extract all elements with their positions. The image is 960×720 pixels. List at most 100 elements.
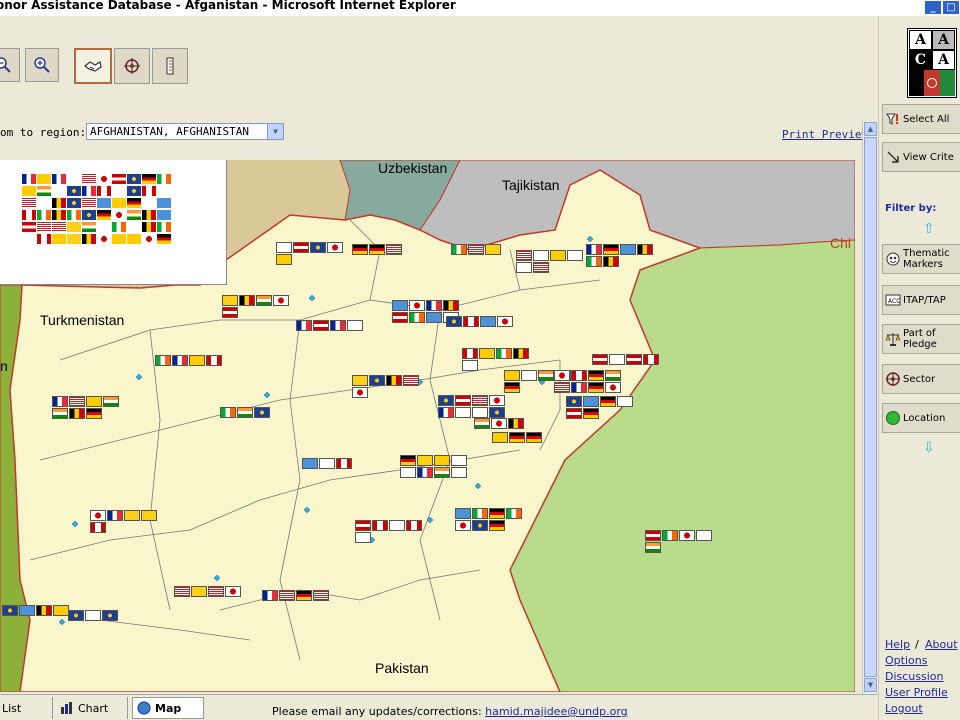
map-canvas[interactable]: Uzbekistan Tajikistan Turkmenistan Pakis… xyxy=(0,160,855,692)
zoom-in-button[interactable] xyxy=(25,48,59,82)
donor-flag-icon xyxy=(386,375,402,386)
target-button[interactable] xyxy=(114,48,150,84)
donor-flag-icon xyxy=(583,408,599,419)
donor-group-marker[interactable] xyxy=(451,244,518,255)
filter-thematic-markers-button[interactable]: Thematic Markers xyxy=(882,244,960,274)
donor-flag-icon xyxy=(679,530,695,541)
donor-group-marker[interactable] xyxy=(645,530,712,553)
scroll-down-arrow[interactable]: ▼ xyxy=(864,678,877,692)
donor-group-marker[interactable] xyxy=(174,586,241,597)
donor-group-marker[interactable] xyxy=(68,610,135,621)
scroll-thumb[interactable] xyxy=(864,137,877,677)
logout-link[interactable]: Logout xyxy=(885,702,923,715)
chart-icon xyxy=(61,702,72,714)
location-icon xyxy=(883,410,903,426)
donor-group-marker[interactable] xyxy=(566,396,633,419)
maximize-button[interactable]: □ xyxy=(942,0,960,15)
user-profile-link[interactable]: User Profile xyxy=(885,686,948,699)
donor-flag-icon xyxy=(567,250,583,261)
donor-flag-icon xyxy=(506,508,522,519)
donor-flag-icon xyxy=(588,370,604,381)
about-link[interactable]: About xyxy=(925,638,958,651)
donor-flag-icon xyxy=(426,312,442,323)
donor-flag-icon xyxy=(372,520,388,531)
zoom-out-button[interactable] xyxy=(0,48,20,82)
view-criteria-button[interactable]: View Crite xyxy=(882,142,960,172)
donor-group-marker[interactable] xyxy=(302,458,369,469)
donor-group-marker[interactable] xyxy=(492,432,559,443)
donor-group-marker[interactable] xyxy=(2,605,69,616)
donor-group-marker[interactable] xyxy=(438,395,505,418)
select-all-button[interactable]: Select All xyxy=(882,104,960,134)
donor-group-marker[interactable] xyxy=(586,244,653,267)
donor-flag-icon xyxy=(52,210,66,220)
tab-chart[interactable]: Chart xyxy=(56,697,128,719)
donor-group-marker[interactable] xyxy=(446,316,513,327)
donor-group-marker[interactable] xyxy=(516,250,583,273)
donor-flag-icon xyxy=(97,174,111,184)
donor-flag-icon xyxy=(489,395,505,406)
filter-sector-button[interactable]: Sector xyxy=(882,364,960,394)
handshake-button[interactable] xyxy=(74,48,112,84)
donor-group-marker[interactable] xyxy=(355,520,422,543)
filter-itap-label: ITAP/TAP xyxy=(903,294,946,306)
itap-icon: ACC xyxy=(883,294,903,306)
tab-map[interactable]: Map xyxy=(132,697,204,719)
donor-flag-icon xyxy=(97,198,111,208)
donor-group-marker[interactable] xyxy=(400,455,467,478)
donor-group-marker[interactable] xyxy=(220,407,287,418)
donor-flag-icon xyxy=(400,455,416,466)
donor-group-marker[interactable] xyxy=(554,370,621,393)
donor-flag-icon xyxy=(22,234,36,244)
donor-flag-icon xyxy=(355,532,371,543)
donor-flag-icon xyxy=(157,186,171,196)
filter-location-button[interactable]: Location xyxy=(882,403,960,433)
arrow-up-icon[interactable]: ⇧ xyxy=(923,221,935,237)
donor-flag-icon xyxy=(696,530,712,541)
donor-flag-icon xyxy=(603,256,619,267)
donor-flag-icon xyxy=(586,244,602,255)
donor-flag-icon xyxy=(462,348,478,359)
filter-itap-button[interactable]: ACC ITAP/TAP xyxy=(882,285,960,315)
help-link[interactable]: Help xyxy=(885,638,910,651)
donor-flag-icon xyxy=(142,198,156,208)
filter-part-of-pledge-button[interactable]: Part of Pledge xyxy=(882,324,960,354)
donor-group-marker[interactable] xyxy=(155,355,222,366)
donor-group-marker[interactable] xyxy=(276,242,343,265)
donor-group-marker[interactable] xyxy=(352,244,419,255)
minimize-button[interactable]: _ xyxy=(924,0,942,15)
donor-group-marker[interactable] xyxy=(462,348,529,371)
donor-flag-icon xyxy=(521,370,537,381)
donor-flag-icon xyxy=(112,186,126,196)
donor-group-marker[interactable] xyxy=(352,375,419,398)
donor-group-marker[interactable] xyxy=(455,508,522,531)
donor-group-marker[interactable] xyxy=(474,418,541,429)
list-button[interactable] xyxy=(152,48,188,84)
donor-flag-icon xyxy=(2,605,18,616)
donor-flag-icon xyxy=(191,586,207,597)
chevron-down-icon[interactable]: ▼ xyxy=(267,124,283,139)
donor-flag-icon xyxy=(67,222,81,232)
donor-group-marker[interactable] xyxy=(90,510,157,533)
tab-list[interactable]: List xyxy=(0,697,53,719)
donor-flag-icon xyxy=(355,520,371,531)
donor-flag-icon xyxy=(645,530,661,541)
scroll-up-arrow[interactable]: ▲ xyxy=(864,122,877,136)
email-link[interactable]: hamid.majidee@undp.org xyxy=(485,705,628,718)
donor-group-marker[interactable] xyxy=(296,320,363,331)
donor-group-marker[interactable] xyxy=(592,354,659,365)
arrow-down-icon[interactable]: ⇩ xyxy=(923,440,935,456)
zoom-region-select[interactable]: AFGHANISTAN, AFGHANISTAN ▼ xyxy=(86,123,284,140)
donor-flag-icon xyxy=(489,520,505,531)
discussion-link[interactable]: Discussion xyxy=(885,670,944,683)
map-scrollbar[interactable]: ▲ ▼ xyxy=(862,121,878,694)
donor-group-marker[interactable] xyxy=(222,295,289,318)
logo-cell: A xyxy=(932,50,955,70)
donor-group-marker[interactable] xyxy=(262,590,329,601)
options-link[interactable]: Options xyxy=(885,654,927,667)
tab-map-label: Map xyxy=(155,701,182,715)
zoom-region-value: AFGHANISTAN, AFGHANISTAN xyxy=(90,125,249,138)
print-preview-link[interactable]: Print Preview xyxy=(782,128,868,141)
donor-group-marker[interactable] xyxy=(52,396,119,419)
donor-flag-icon xyxy=(174,586,190,597)
